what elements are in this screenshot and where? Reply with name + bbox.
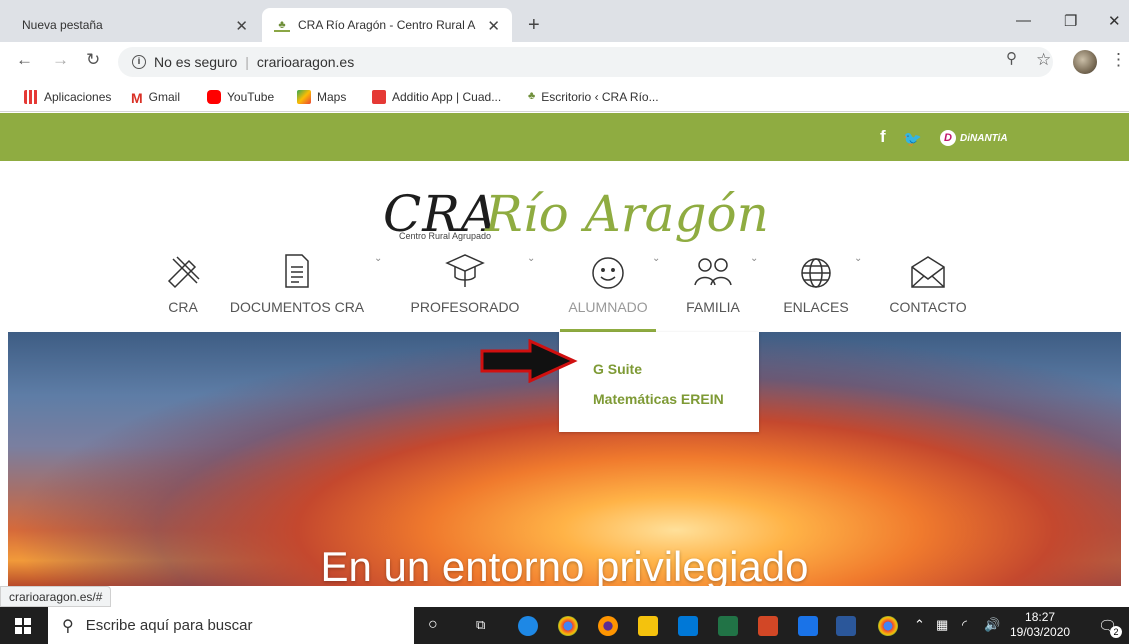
menu-dots-icon[interactable]: ⋮ [1110,50,1127,70]
twitter-icon[interactable]: 🐦 [903,130,922,148]
bookmark-youtube[interactable]: YouTube [207,90,274,104]
bookmark-label: Gmail [148,90,181,104]
bookmark-label: YouTube [227,90,275,104]
top-green-bar: f 🐦 D DiNANTiA [0,113,1129,161]
dinantia-link[interactable]: D DiNANTiA [940,130,1008,146]
apps-grid-icon [24,90,38,104]
bookmark-label: Escritorio ‹ CRA Río... [541,90,659,104]
file-explorer-icon[interactable] [638,616,658,636]
dropdown-item-matematicas[interactable]: Matemáticas EREIN [559,386,759,416]
youtube-icon [207,90,221,104]
chrome-icon[interactable] [878,616,898,636]
search-placeholder: Escribe aquí para buscar [85,617,253,634]
alumnado-dropdown: G Suite Matemáticas EREIN [559,332,759,432]
menu-item-profesorado[interactable]: PROFESORADO [390,249,540,315]
profile-avatar[interactable] [1073,50,1097,74]
windows-start-icon[interactable] [15,618,31,634]
chevron-up-icon[interactable]: ⌃ [914,617,925,633]
task-view-icon[interactable]: ⧉ [476,617,485,633]
close-icon[interactable]: ✕ [235,17,248,35]
menu-item-documentos[interactable]: DOCUMENTOS CRA [222,249,372,315]
tab-strip: Nueva pestaña ✕ ♣ CRA Río Aragón - Centr… [0,0,1129,42]
bookmark-apps[interactable]: Aplicaciones [24,90,111,104]
keyboard-icon[interactable]: ▦ [936,617,948,633]
chevron-down-icon[interactable]: ⌄ [527,253,535,264]
menu-label: DOCUMENTOS CRA [229,299,365,315]
cortana-icon[interactable]: ○ [428,616,438,634]
excel-icon[interactable] [718,616,738,636]
web-page: f 🐦 D DiNANTiA CRA Río Aragón Centro Rur… [0,113,1129,586]
zoom-icon[interactable]: ⚲ [1006,49,1017,67]
volume-icon[interactable]: 🔊 [984,617,1000,633]
restore-icon[interactable]: ❐ [1064,12,1077,30]
back-icon[interactable]: ← [16,50,33,70]
envelope-icon [853,249,1003,293]
clock-time: 18:27 [1025,610,1056,624]
clock[interactable]: 18:27 19/03/2020 [1010,610,1070,640]
info-icon[interactable]: i [132,55,146,69]
logo-rio-aragon[interactable]: Río Aragón [485,185,769,243]
minimize-icon[interactable]: — [1016,12,1031,29]
address-bar[interactable]: i No es seguro | crarioaragon.es [118,47,1053,77]
forward-icon[interactable]: → [52,50,69,70]
new-tab-button[interactable]: + [528,15,540,35]
bookmark-maps[interactable]: Maps [297,90,346,104]
document-icon [222,249,372,293]
security-label: No es seguro [154,54,238,70]
maps-icon [297,90,311,104]
bookmark-star-icon[interactable]: ☆ [1036,50,1051,70]
gmail-icon: M [131,90,143,106]
menu-label: PROFESORADO [410,299,520,315]
chevron-down-icon[interactable]: ⌄ [854,253,862,264]
tab-title: CRA Río Aragón - Centro Rural A [298,18,476,32]
bookmark-label: Aplicaciones [44,90,112,104]
chevron-down-icon[interactable]: ⌄ [750,253,758,264]
word-icon[interactable] [836,616,856,636]
dinantia-icon: D [940,130,956,146]
site-favicon-icon: ♣ [528,90,536,102]
reload-icon[interactable]: ↻ [86,50,100,70]
notification-count-badge: 2 [1110,626,1122,638]
bookmarks-bar: Aplicaciones M Gmail YouTube Maps Additi… [0,82,1129,112]
mail-icon[interactable] [678,616,698,636]
chevron-down-icon[interactable]: ⌄ [374,253,382,264]
firefox-icon[interactable] [598,616,618,636]
additio-icon [372,90,386,104]
dropdown-item-gsuite[interactable]: G Suite [559,356,759,386]
facebook-icon[interactable]: f [880,127,886,147]
window-close-icon[interactable]: ✕ [1108,12,1121,30]
status-url: crarioaragon.es/# [0,586,112,607]
bookmark-gmail[interactable]: M Gmail [131,90,181,106]
url-text: crarioaragon.es [256,54,355,70]
edge-icon[interactable] [518,616,538,636]
close-icon[interactable]: ✕ [487,17,500,35]
taskbar-search-box[interactable]: ⚲ Escribe aquí para buscar [48,607,414,644]
menu-label: CONTACTO [889,299,967,315]
clock-date: 19/03/2020 [1010,625,1071,639]
chrome-icon[interactable] [558,616,578,636]
wifi-icon[interactable]: ◜ [962,617,967,633]
dinantia-label: DiNANTiA [960,132,1008,144]
search-icon: ⚲ [62,617,74,635]
graduation-cap-icon [390,249,540,293]
bookmark-label: Maps [317,90,347,104]
tab-title: Nueva pestaña [22,18,103,32]
arrow-annotation-icon [480,339,578,383]
chevron-down-icon[interactable]: ⌄ [652,253,660,264]
tab-new-tab[interactable]: Nueva pestaña ✕ [8,8,260,42]
bookmark-escritorio[interactable]: ♣ Escritorio ‹ CRA Río... [528,90,659,104]
menu-item-contacto[interactable]: CONTACTO [853,249,1003,315]
hero-title: En un entorno privilegiado [320,543,809,586]
powerpoint-icon[interactable] [758,616,778,636]
bookmark-label: Additio App | Cuad... [392,90,502,104]
drive-icon[interactable] [798,616,818,636]
tab-cra[interactable]: ♣ CRA Río Aragón - Centro Rural A ✕ [262,8,512,42]
windows-taskbar: ⚲ Escribe aquí para buscar ○ ⧉ ⌃ ▦ ◜ 🔊 1… [0,607,1129,644]
site-favicon-icon: ♣ [274,18,290,32]
logo-subtitle: Centro Rural Agrupado [399,231,492,241]
bookmark-additio[interactable]: Additio App | Cuad... [372,90,501,104]
browser-toolbar: ← → ↻ i No es seguro | crarioaragon.es ⚲… [0,42,1129,82]
